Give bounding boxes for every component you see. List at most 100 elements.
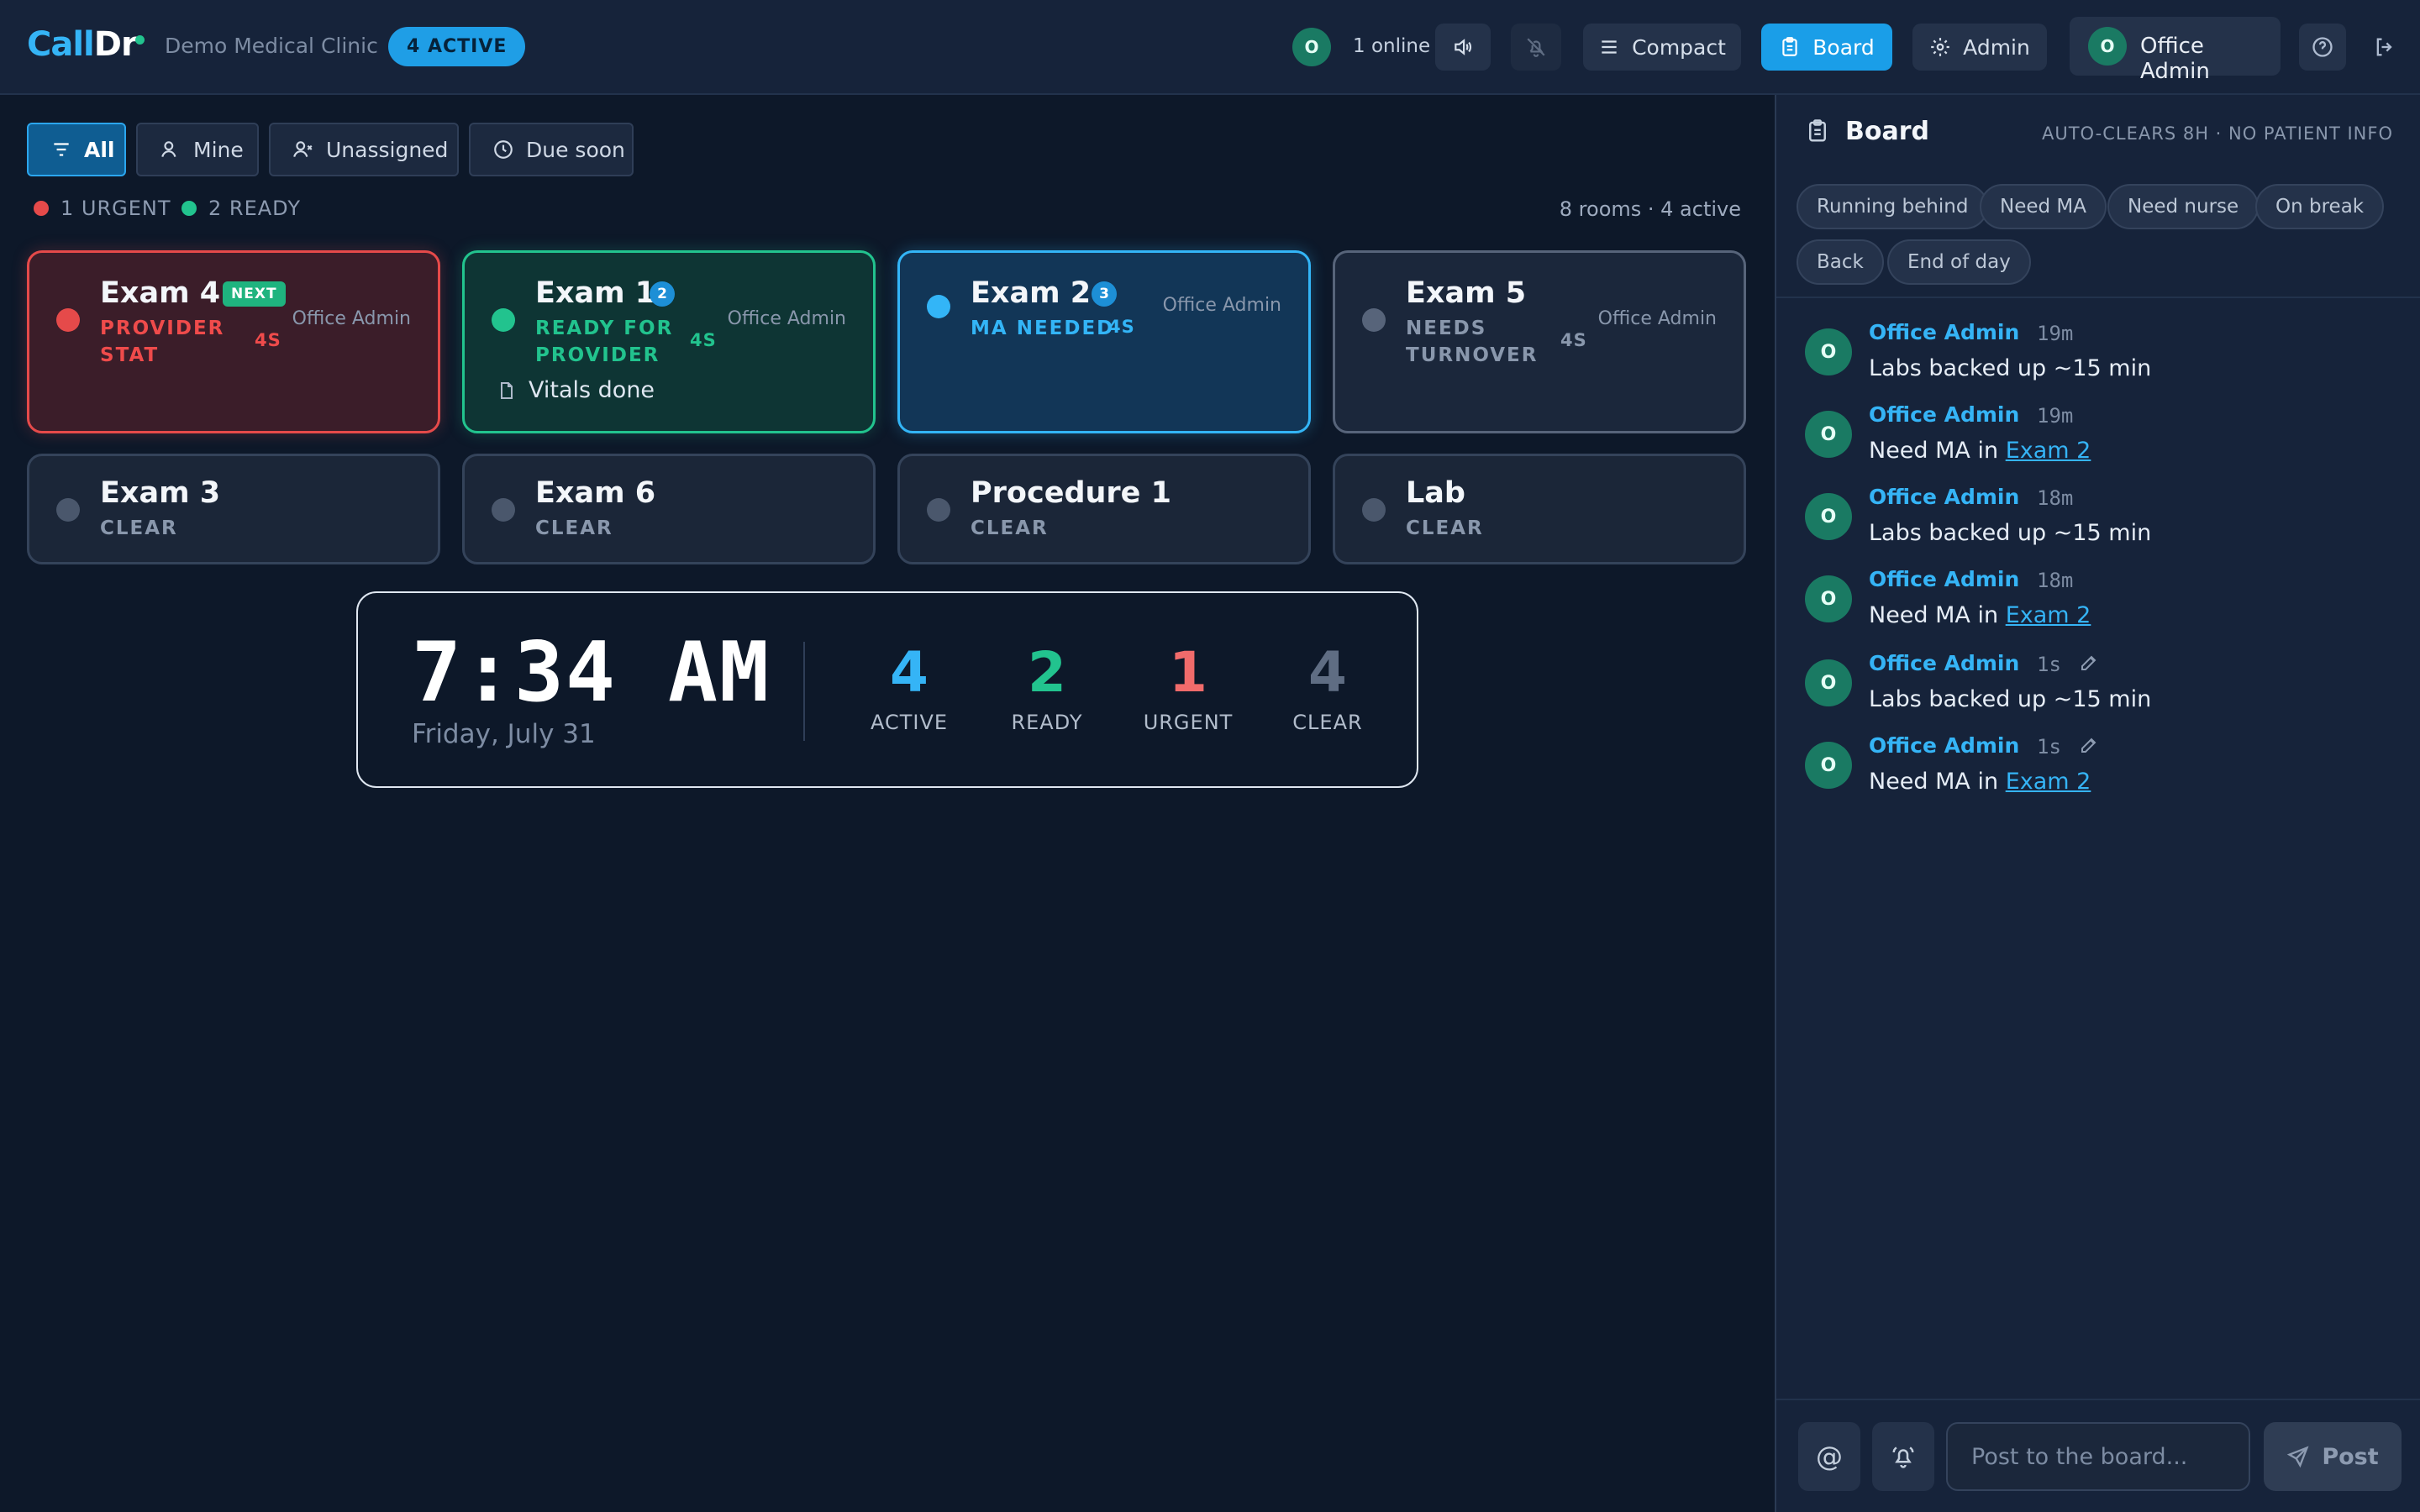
filter-all-button[interactable]: All (27, 123, 126, 176)
room-elapsed-time: 4S (1560, 330, 1587, 350)
room-name: Lab (1406, 476, 1465, 510)
post-input[interactable] (1946, 1422, 2250, 1491)
stat-clear: 4 CLEAR (1292, 640, 1363, 734)
room-name: Exam 1 (535, 276, 656, 310)
message-author[interactable]: Office Admin (1869, 567, 2019, 591)
message-author[interactable]: Office Admin (1869, 485, 2019, 509)
clipboard-icon (1782, 37, 1797, 56)
filter-due-soon-button[interactable]: Due soon (469, 123, 634, 176)
board-view-button[interactable]: Board (1761, 24, 1892, 71)
composer-divider (1776, 1399, 2420, 1400)
bell-ring-icon (1892, 1446, 1914, 1468)
clock-date: Friday, July 31 (412, 719, 596, 749)
board-title: Board (1845, 117, 1929, 146)
queue-count-badge: 3 (1092, 281, 1117, 307)
room-name: Exam 6 (535, 476, 656, 510)
compact-view-button[interactable]: Compact (1583, 24, 1741, 71)
speaker-icon (1455, 39, 1472, 55)
room-card-exam-4[interactable]: Exam 4 NEXT PROVIDER STAT 4S Office Admin (27, 250, 440, 433)
author-avatar: O (1805, 575, 1852, 622)
board-message: O Office Admin 1s Need MA in Exam 2 (1805, 733, 2393, 809)
user-menu-button[interactable]: O Office Admin (2070, 17, 2281, 84)
stat-active: 4 ACTIVE (870, 640, 949, 734)
room-assignee: Office Admin (1597, 308, 1717, 329)
ready-dot (182, 201, 197, 216)
message-author[interactable]: Office Admin (1869, 320, 2019, 344)
message-author[interactable]: Office Admin (1869, 402, 2019, 427)
room-card-exam-6[interactable]: Exam 6 CLEAR (462, 454, 876, 564)
room-name: Exam 4 (100, 276, 221, 310)
bell-off-icon (1527, 38, 1545, 57)
filter-mine-button[interactable]: Mine (136, 123, 259, 176)
urgent-legend: 1 URGENT (34, 197, 171, 220)
room-card-lab[interactable]: Lab CLEAR (1333, 454, 1746, 564)
quick-chip-running-behind[interactable]: Running behind (1797, 184, 1989, 229)
room-card-procedure-1[interactable]: Procedure 1 CLEAR (897, 454, 1311, 564)
user-avatar: O (2088, 27, 2127, 66)
room-card-exam-3[interactable]: Exam 3 CLEAR (27, 454, 440, 564)
edit-pencil-icon[interactable] (2079, 735, 2099, 755)
clock-divider (803, 642, 805, 741)
room-link[interactable]: Exam 2 (2006, 769, 2091, 795)
notifications-mute-button[interactable] (1511, 24, 1561, 71)
room-status: CLEAR (971, 517, 1049, 539)
room-elapsed-time: 4S (1108, 317, 1135, 337)
app-logo[interactable]: CallDr (27, 25, 138, 64)
room-card-exam-1[interactable]: Exam 1 2 READY FOR PROVIDER 4S Office Adm… (462, 250, 876, 433)
message-text: Need MA in Exam 2 (1869, 438, 2091, 464)
message-text: Need MA in Exam 2 (1869, 769, 2091, 795)
room-assignee: Office Admin (1162, 295, 1281, 316)
board-panel: Board AUTO-CLEARS 8H · NO PATIENT INFO R… (1775, 95, 2420, 1512)
panel-divider (1776, 297, 2420, 298)
urgent-dot (34, 201, 49, 216)
board-message: O Office Admin 19m Need MA in Exam 2 (1805, 402, 2393, 478)
room-assignee: Office Admin (292, 308, 411, 329)
board-message: O Office Admin 19m Labs backed up ~15 mi… (1805, 320, 2393, 396)
online-count: 1 online (1353, 35, 1431, 57)
author-avatar: O (1805, 659, 1852, 706)
room-card-exam-2[interactable]: Exam 2 3 MA NEEDED 4S Office Admin (897, 250, 1311, 433)
ready-legend: 2 READY (182, 197, 301, 220)
edit-pencil-icon[interactable] (2079, 653, 2099, 673)
room-status: READY FOR PROVIDER (535, 318, 674, 366)
message-author[interactable]: Office Admin (1869, 651, 2019, 675)
message-time: 1s (2037, 653, 2061, 676)
room-name: Procedure 1 (971, 476, 1171, 510)
quick-chip-back[interactable]: Back (1797, 239, 1884, 285)
filter-unassigned-button[interactable]: Unassigned (269, 123, 459, 176)
board-message: O Office Admin 18m Need MA in Exam 2 (1805, 567, 2393, 643)
status-dot (56, 308, 80, 332)
message-time: 19m (2037, 404, 2074, 428)
alert-button[interactable] (1872, 1422, 1934, 1491)
gear-icon (1931, 38, 1949, 56)
at-sign-icon: @ (1816, 1441, 1843, 1473)
logout-button[interactable] (2368, 30, 2402, 64)
logo-status-dot (135, 35, 145, 45)
message-time: 19m (2037, 322, 2074, 345)
message-text: Labs backed up ~15 min (1869, 520, 2152, 546)
admin-button[interactable]: Admin (1912, 24, 2047, 71)
author-avatar: O (1805, 411, 1852, 458)
room-link[interactable]: Exam 2 (2006, 438, 2091, 464)
quick-chip-end-of-day[interactable]: End of day (1887, 239, 2031, 285)
mention-button[interactable]: @ (1798, 1422, 1860, 1491)
post-button[interactable]: Post (2264, 1422, 2402, 1491)
help-button[interactable] (2299, 24, 2346, 71)
stat-ready: 2 READY (1011, 640, 1083, 734)
sound-toggle-button[interactable] (1435, 24, 1491, 71)
author-avatar: O (1805, 493, 1852, 540)
quick-chip-need-nurse[interactable]: Need nurse (2107, 184, 2260, 229)
queue-count-badge: 2 (650, 281, 675, 307)
online-user-avatar[interactable]: O (1292, 28, 1331, 66)
quick-chip-on-break[interactable]: On break (2255, 184, 2385, 229)
message-author[interactable]: Office Admin (1869, 733, 2019, 758)
room-card-exam-5[interactable]: Exam 5 NEEDS TURNOVER 4S Office Admin (1333, 250, 1746, 433)
room-link[interactable]: Exam 2 (2006, 602, 2091, 628)
quick-chip-need-ma[interactable]: Need MA (1980, 184, 2107, 229)
user-x-icon (293, 141, 313, 157)
room-name: Exam 2 (971, 276, 1092, 310)
author-avatar: O (1805, 328, 1852, 375)
board-note: AUTO-CLEARS 8H · NO PATIENT INFO (2041, 123, 2393, 144)
help-icon (2312, 37, 2333, 57)
room-elapsed-time: 4S (255, 330, 281, 350)
